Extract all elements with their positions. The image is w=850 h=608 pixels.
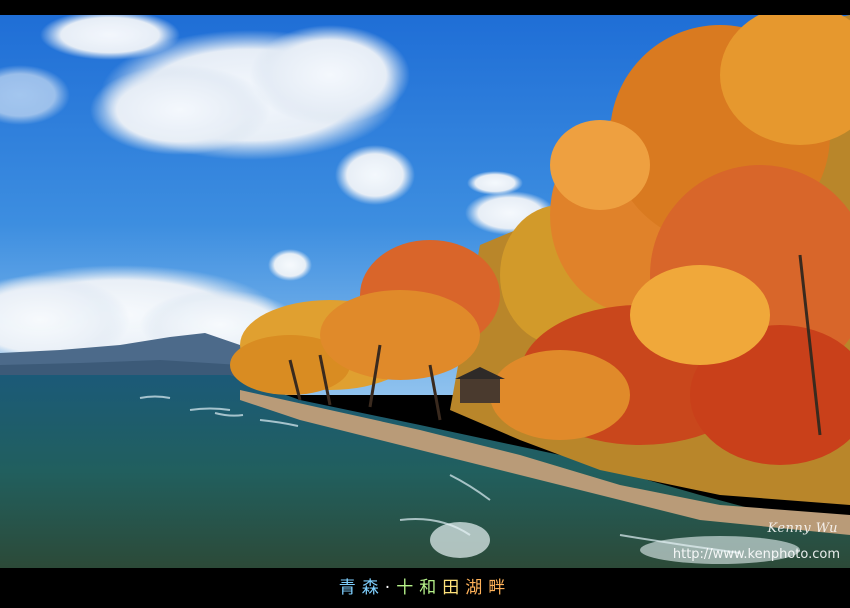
caption-part-2: 十和 (396, 578, 443, 598)
caption-part-4: 湖畔 (465, 578, 512, 598)
caption-separator: · (384, 578, 397, 598)
photo-frame: Kenny Wu http://www.kenphoto.com 青森·十和田湖… (0, 0, 850, 608)
landscape-photo (0, 15, 850, 568)
photo-caption: 青森·十和田湖畔 (0, 572, 850, 604)
photographer-signature: Kenny Wu (767, 521, 838, 536)
watermark-url: http://www.kenphoto.com (672, 547, 840, 562)
landscape-illustration (0, 15, 850, 568)
caption-part-1: 青森 (338, 578, 385, 598)
caption-part-3: 田 (442, 578, 466, 598)
